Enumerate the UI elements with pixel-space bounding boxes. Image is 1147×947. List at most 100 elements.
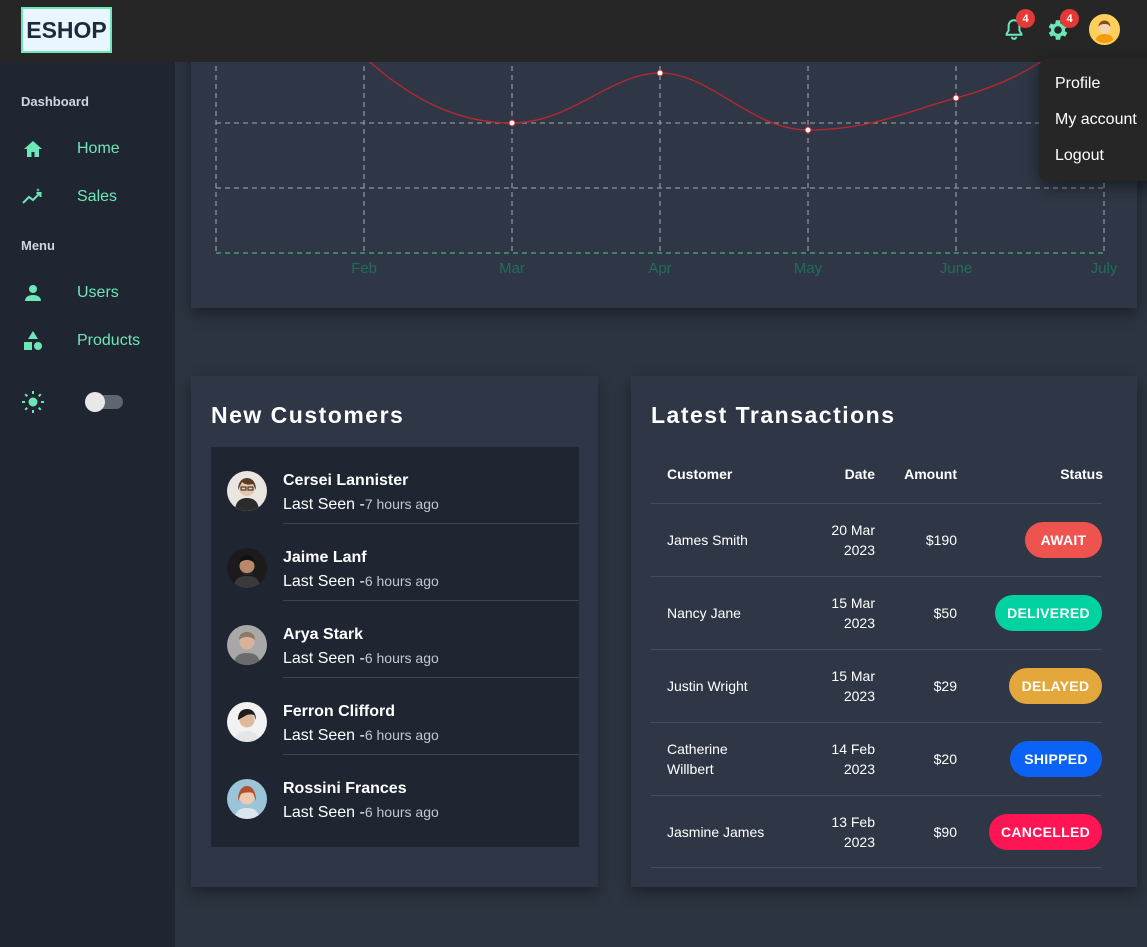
cell-date: 15 Mar 2023 (801, 593, 875, 633)
trend-icon (22, 188, 42, 204)
cell-customer: Justin Wright (667, 678, 748, 694)
last-seen: Last Seen -6 hours ago (283, 573, 439, 591)
date-year: 2023 (843, 542, 875, 558)
user-icon (25, 285, 41, 301)
last-seen-prefix: Last Seen - (283, 804, 365, 821)
top-bar: ESHOP 4 4 (0, 0, 1147, 62)
shapes-icon (24, 331, 42, 350)
data-point[interactable] (508, 119, 516, 127)
date-day: 13 Feb (831, 814, 875, 830)
notification-count-badge: 4 (1016, 9, 1035, 28)
sidebar-item-label: Sales (77, 188, 118, 205)
column-header-amount[interactable]: Amount (899, 466, 957, 482)
date-day: 20 Mar (831, 522, 875, 538)
last-seen: Last Seen -6 hours ago (283, 727, 439, 745)
customer-name: Ferron Clifford (283, 703, 395, 720)
data-point[interactable] (656, 69, 664, 77)
new-customers-card: New Customers Cersei Lannister Last Seen… (191, 376, 598, 887)
menu-item-my-account[interactable]: My account (1055, 111, 1137, 129)
cell-amount: $90 (933, 824, 957, 840)
x-tick-label: May (794, 260, 823, 277)
cell-customer: Nancy Jane (667, 605, 741, 621)
avatar (227, 625, 267, 665)
table-row[interactable]: James Smith 20 Mar 2023 $190 AWAIT (651, 503, 1102, 576)
logo[interactable]: ESHOP (21, 7, 112, 53)
last-seen: Last Seen -6 hours ago (283, 804, 439, 822)
status-badge: DELIVERED (995, 595, 1102, 631)
toggle-knob (85, 392, 105, 412)
cell-amount: $29 (933, 678, 957, 694)
avatar (227, 779, 267, 819)
cell-date: 15 Mar 2023 (801, 666, 875, 706)
section-menu: Menu (21, 238, 55, 253)
date-day: 14 Feb (831, 741, 875, 757)
date-day: 15 Mar (831, 595, 875, 611)
cell-date: 20 Mar 2023 (801, 520, 875, 560)
status-badge: CANCELLED (989, 814, 1102, 850)
sidebar-item-label: Home (77, 140, 120, 157)
last-seen-time: 6 hours ago (364, 727, 439, 743)
list-item[interactable]: Rossini Frances Last Seen -6 hours ago (211, 755, 579, 832)
sidebar-item-home[interactable]: Home (21, 134, 161, 164)
date-year: 2023 (843, 761, 875, 777)
user-avatar-button[interactable] (1089, 14, 1120, 45)
data-point[interactable] (804, 126, 812, 134)
column-header-customer[interactable]: Customer (667, 466, 732, 482)
last-seen-prefix: Last Seen - (283, 650, 365, 667)
data-point[interactable] (952, 94, 960, 102)
last-seen-time: 7 hours ago (364, 496, 439, 512)
settings-count-badge: 4 (1060, 9, 1079, 28)
cell-amount: $20 (933, 751, 957, 767)
last-seen-time: 6 hours ago (364, 573, 439, 589)
list-item[interactable]: Ferron Clifford Last Seen -6 hours ago (211, 678, 579, 755)
home-icon (24, 141, 42, 157)
last-seen-prefix: Last Seen - (283, 496, 365, 513)
status-badge: AWAIT (1025, 522, 1102, 558)
sales-chart-card: Feb Mar Apr May June July (191, 30, 1137, 308)
menu-item-logout[interactable]: Logout (1055, 147, 1104, 165)
date-year: 2023 (843, 615, 875, 631)
column-header-status[interactable]: Status (1031, 466, 1103, 482)
customer-name: Jaime Lanf (283, 549, 367, 566)
avatar-icon (1091, 16, 1118, 43)
list-item[interactable]: Jaime Lanf Last Seen -6 hours ago (211, 524, 579, 601)
cell-amount: $50 (933, 605, 957, 621)
cell-amount: $190 (925, 532, 957, 548)
settings-button[interactable]: 4 (1045, 9, 1079, 43)
latest-transactions-title: Latest Transactions (651, 402, 896, 428)
table-row[interactable]: Justin Wright 15 Mar 2023 $29 DELAYED (651, 649, 1102, 722)
last-seen-time: 6 hours ago (364, 804, 439, 820)
list-item[interactable]: Cersei Lannister Last Seen -7 hours ago (211, 447, 579, 524)
sidebar-item-products[interactable]: Products (21, 326, 161, 356)
menu-item-profile[interactable]: Profile (1055, 75, 1100, 93)
date-day: 15 Mar (831, 668, 875, 684)
cell-date: 13 Feb 2023 (801, 812, 875, 852)
table-row[interactable]: Catherine Willbert 14 Feb 2023 $20 SHIPPED (651, 722, 1102, 795)
list-item[interactable]: Arya Stark Last Seen -6 hours ago (211, 601, 579, 678)
sidebar-item-label: Users (77, 284, 119, 301)
notifications-button[interactable]: 4 (1001, 9, 1035, 43)
last-seen-prefix: Last Seen - (283, 573, 365, 590)
sidebar: Dashboard Home Sales Menu Users Products (0, 62, 175, 947)
customer-line-1: Catherine (667, 741, 728, 757)
cell-date: 14 Feb 2023 (801, 739, 875, 779)
table-row[interactable]: Jasmine James 13 Feb 2023 $90 CANCELLED (651, 795, 1102, 868)
line-chart: Feb Mar Apr May June July (215, 30, 1118, 277)
last-seen-time: 6 hours ago (364, 650, 439, 666)
latest-transactions-card: Latest Transactions Customer Date Amount… (631, 376, 1137, 887)
theme-toggle[interactable] (85, 392, 123, 412)
x-tick-label: Apr (648, 260, 671, 277)
x-tick-label: Feb (351, 260, 377, 277)
date-year: 2023 (843, 834, 875, 850)
customer-list: Cersei Lannister Last Seen -7 hours ago … (211, 447, 579, 847)
cell-customer: Catherine Willbert (667, 739, 728, 779)
last-seen: Last Seen -6 hours ago (283, 650, 439, 668)
status-badge: DELAYED (1009, 668, 1102, 704)
column-header-date[interactable]: Date (831, 466, 875, 482)
user-dropdown-menu: Profile My account Logout (1039, 58, 1147, 181)
table-row[interactable]: Nancy Jane 15 Mar 2023 $50 DELIVERED (651, 576, 1102, 649)
sun-icon (22, 391, 44, 413)
sidebar-item-users[interactable]: Users (21, 278, 161, 308)
sidebar-item-sales[interactable]: Sales (21, 182, 161, 212)
cell-customer: Jasmine James (667, 824, 765, 840)
